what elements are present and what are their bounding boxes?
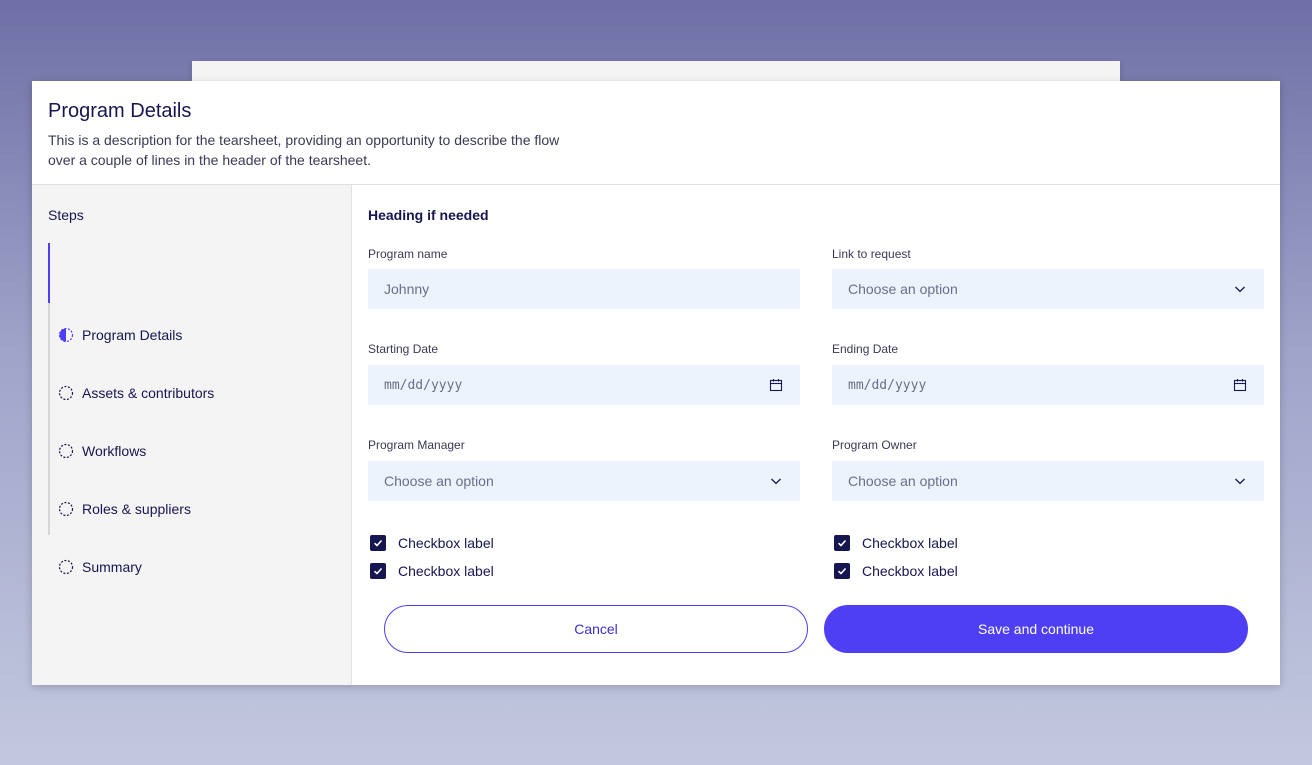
- tearsheet: Program Details This is a description fo…: [32, 81, 1280, 685]
- checkbox-2[interactable]: Checkbox label: [370, 563, 494, 579]
- checkbox-label: Checkbox label: [862, 563, 958, 579]
- link-to-request-select[interactable]: Choose an option: [832, 269, 1264, 309]
- save-and-continue-button[interactable]: Save and continue: [824, 605, 1248, 653]
- checkmark-icon: [373, 567, 383, 575]
- checkbox-3[interactable]: Checkbox label: [834, 535, 958, 551]
- dashed-circle-icon: [58, 501, 74, 517]
- program-owner-placeholder: Choose an option: [848, 473, 958, 489]
- form-heading: Heading if needed: [368, 207, 489, 223]
- ending-date-label: Ending Date: [832, 342, 899, 356]
- dashed-circle-icon: [58, 385, 74, 401]
- step-summary[interactable]: Summary: [58, 555, 142, 579]
- step-program-details[interactable]: Program Details: [58, 323, 182, 347]
- step-assets-contributors[interactable]: Assets & contributors: [58, 381, 214, 405]
- step-label: Workflows: [82, 443, 147, 459]
- link-to-request-label: Link to request: [832, 247, 911, 261]
- program-owner-select[interactable]: Choose an option: [832, 461, 1264, 501]
- checkmark-icon: [373, 539, 383, 547]
- step-roles-suppliers[interactable]: Roles & suppliers: [58, 497, 191, 521]
- tearsheet-header: Program Details This is a description fo…: [32, 81, 1280, 185]
- checkmark-icon: [837, 539, 847, 547]
- program-name-value: Johnny: [384, 281, 430, 297]
- page-description: This is a description for the tearsheet,…: [48, 132, 560, 168]
- dashed-circle-icon: [58, 443, 74, 459]
- chevron-down-icon: [1235, 478, 1245, 485]
- program-owner-label: Program Owner: [832, 438, 917, 452]
- checkmark-icon: [837, 567, 847, 575]
- step-label: Assets & contributors: [82, 385, 215, 401]
- checkbox-checked[interactable]: [370, 563, 386, 579]
- program-manager-select[interactable]: Choose an option: [368, 461, 800, 501]
- ending-date-placeholder: mm/dd/yyyy: [848, 377, 927, 393]
- checkbox-label: Checkbox label: [398, 563, 494, 579]
- half-circle-icon: [58, 327, 74, 343]
- checkbox-1[interactable]: Checkbox label: [370, 535, 494, 551]
- step-workflows[interactable]: Workflows: [58, 439, 146, 463]
- calendar-icon[interactable]: [768, 377, 784, 393]
- checkbox-checked[interactable]: [370, 535, 386, 551]
- program-name-input[interactable]: Johnny: [368, 269, 800, 309]
- chevron-down-icon: [1235, 286, 1245, 293]
- checkbox-4[interactable]: Checkbox label: [834, 563, 958, 579]
- step-label: Program Details: [82, 327, 183, 343]
- step-label: Summary: [82, 559, 142, 575]
- steps-sidebar: Steps Program Details Assets & contribut…: [32, 185, 352, 685]
- calendar-icon[interactable]: [1232, 377, 1248, 393]
- cancel-button[interactable]: Cancel: [384, 605, 808, 653]
- program-name-label: Program name: [368, 247, 448, 261]
- page-title: Program Details: [48, 100, 192, 122]
- form-area: Heading if needed Program name Johnny Li…: [368, 185, 1264, 685]
- checkbox-label: Checkbox label: [862, 535, 958, 551]
- program-manager-placeholder: Choose an option: [384, 473, 494, 489]
- ending-date-input[interactable]: mm/dd/yyyy: [832, 365, 1264, 405]
- starting-date-label: Starting Date: [368, 342, 439, 356]
- link-to-request-placeholder: Choose an option: [848, 281, 958, 297]
- steps-rail-active-indicator: [48, 243, 50, 303]
- checkbox-checked[interactable]: [834, 535, 850, 551]
- dashed-circle-icon: [58, 559, 74, 575]
- starting-date-placeholder: mm/dd/yyyy: [384, 377, 463, 393]
- checkbox-checked[interactable]: [834, 563, 850, 579]
- checkbox-label: Checkbox label: [398, 535, 494, 551]
- steps-heading: Steps: [48, 207, 84, 223]
- chevron-down-icon: [771, 478, 781, 485]
- step-label: Roles & suppliers: [82, 501, 191, 517]
- program-manager-label: Program Manager: [368, 438, 465, 452]
- starting-date-input[interactable]: mm/dd/yyyy: [368, 365, 800, 405]
